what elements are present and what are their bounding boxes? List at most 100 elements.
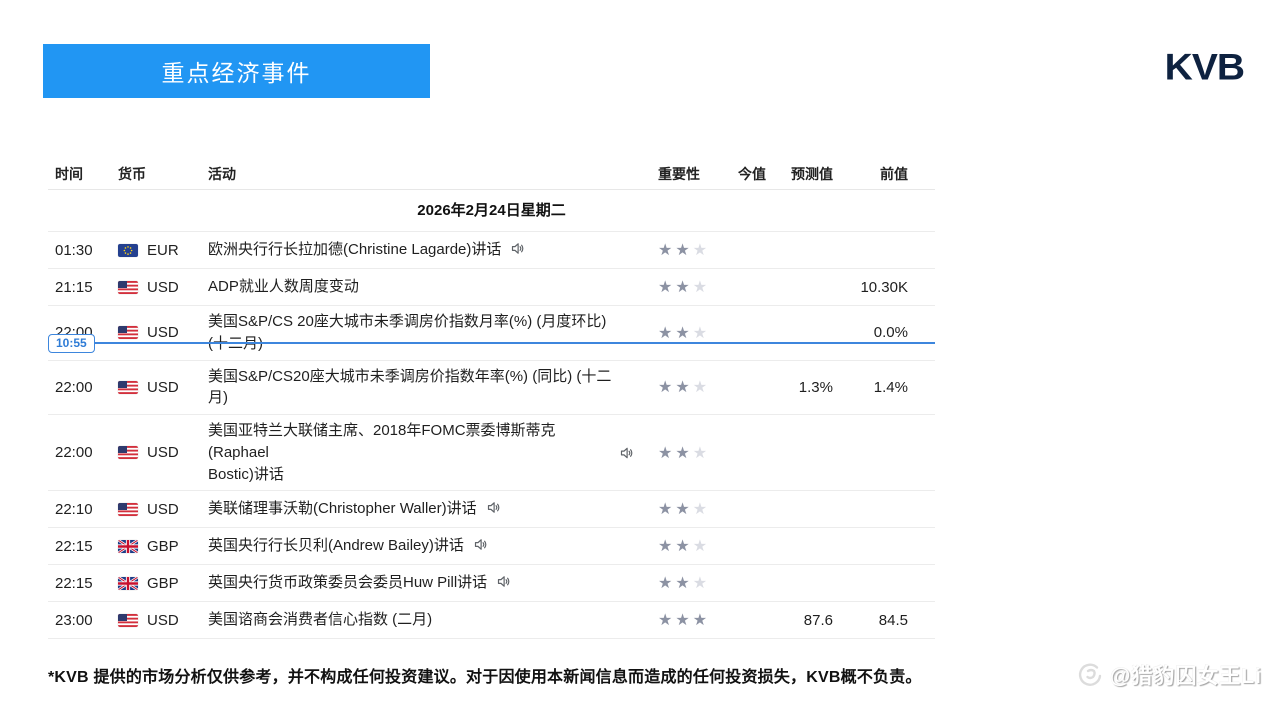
event-time: 22:15 <box>48 575 118 592</box>
event-name: 英国央行行长贝利(Andrew Bailey)讲话 <box>208 535 648 557</box>
event-time: 21:15 <box>48 279 118 296</box>
event-time: 22:00 <box>48 379 118 396</box>
star-icon: ★ <box>658 575 675 592</box>
star-icon: ★ <box>693 501 710 518</box>
event-name: 美国S&P/CS20座大城市未季调房价指数年率(%) (同比) (十二月) <box>208 366 648 410</box>
previous-value: 1.4% <box>833 379 908 396</box>
us-flag-icon <box>118 503 138 516</box>
star-icon: ★ <box>658 242 675 259</box>
currency-code: USD <box>147 379 179 396</box>
us-flag-icon <box>118 446 138 459</box>
importance-stars: ★★★ <box>648 573 738 593</box>
event-time: 23:00 <box>48 612 118 629</box>
currency-cell: GBP <box>118 538 208 555</box>
star-icon: ★ <box>675 445 692 462</box>
star-icon: ★ <box>658 279 675 296</box>
event-time: 01:30 <box>48 242 118 259</box>
star-icon: ★ <box>675 538 692 555</box>
speaker-icon[interactable] <box>473 537 488 552</box>
star-icon: ★ <box>658 501 675 518</box>
current-time-marker: 10:55 <box>48 342 935 344</box>
column-header-importance: 重要性 <box>648 164 738 184</box>
watermark-handle: @猎豹囚女王Li <box>1110 660 1262 690</box>
speaker-icon[interactable] <box>496 574 511 589</box>
kvb-logo: KVB <box>1165 47 1244 89</box>
currency-code: USD <box>147 444 179 461</box>
table-body: 01:30EUR欧洲央行行长拉加德(Christine Lagarde)讲话★★… <box>48 232 935 639</box>
currency-cell: USD <box>118 444 208 461</box>
eu-flag-icon <box>118 244 138 257</box>
star-icon: ★ <box>675 279 692 296</box>
us-flag-icon <box>118 326 138 339</box>
event-name: 美国S&P/CS 20座大城市未季调房价指数月率(%) (月度环比) (十二月) <box>208 311 648 355</box>
currency-cell: USD <box>118 324 208 341</box>
star-icon: ★ <box>658 538 675 555</box>
column-header-previous: 前值 <box>833 164 908 184</box>
currency-code: USD <box>147 279 179 296</box>
star-icon: ★ <box>675 242 692 259</box>
section-title-banner: 重点经济事件 <box>43 44 430 98</box>
importance-stars: ★★★ <box>648 443 738 463</box>
gb-flag-icon <box>118 540 138 553</box>
star-icon: ★ <box>693 612 710 629</box>
event-name: 美联储理事沃勒(Christopher Waller)讲话 <box>208 498 648 520</box>
star-icon: ★ <box>658 445 675 462</box>
forecast-value: 87.6 <box>766 612 833 629</box>
star-icon: ★ <box>693 538 710 555</box>
star-icon: ★ <box>675 325 692 342</box>
page-title: 重点经济事件 <box>162 54 312 88</box>
currency-code: EUR <box>147 242 179 259</box>
star-icon: ★ <box>658 612 675 629</box>
table-row: 22:15GBP英国央行货币政策委员会委员Huw Pill讲话★★★ <box>48 565 935 602</box>
star-icon: ★ <box>693 445 710 462</box>
economic-calendar-table: 时间 货币 活动 重要性 今值 预测值 前值 2026年2月24日星期二 01:… <box>48 158 935 639</box>
star-icon: ★ <box>658 379 675 396</box>
currency-cell: USD <box>118 501 208 518</box>
currency-code: USD <box>147 324 179 341</box>
event-time: 22:10 <box>48 501 118 518</box>
speaker-icon[interactable] <box>619 445 634 460</box>
currency-code: USD <box>147 501 179 518</box>
watermark-logo-icon <box>1076 662 1103 689</box>
importance-stars: ★★★ <box>648 610 738 630</box>
star-icon: ★ <box>693 242 710 259</box>
us-flag-icon <box>118 281 138 294</box>
star-icon: ★ <box>675 612 692 629</box>
star-icon: ★ <box>693 379 710 396</box>
importance-stars: ★★★ <box>648 536 738 556</box>
importance-stars: ★★★ <box>648 323 738 343</box>
us-flag-icon <box>118 614 138 627</box>
star-icon: ★ <box>675 501 692 518</box>
currency-code: GBP <box>147 538 179 555</box>
table-header-row: 时间 货币 活动 重要性 今值 预测值 前值 <box>48 158 935 190</box>
table-row: 22:10USD美联储理事沃勒(Christopher Waller)讲话★★★ <box>48 491 935 528</box>
star-icon: ★ <box>675 379 692 396</box>
disclaimer-text: *KVB 提供的市场分析仅供参考，并不构成任何投资建议。对于因使用本新闻信息而造… <box>48 663 922 687</box>
speaker-icon[interactable] <box>486 500 501 515</box>
speaker-icon[interactable] <box>510 241 525 256</box>
currency-code: USD <box>147 612 179 629</box>
column-header-event: 活动 <box>208 164 648 184</box>
column-header-actual: 今值 <box>738 164 766 184</box>
event-name: 英国央行货币政策委员会委员Huw Pill讲话 <box>208 572 648 594</box>
forecast-value: 1.3% <box>766 379 833 396</box>
table-row: 22:15GBP英国央行行长贝利(Andrew Bailey)讲话★★★ <box>48 528 935 565</box>
currency-cell: USD <box>118 379 208 396</box>
event-name: ADP就业人数周度变动 <box>208 276 648 298</box>
star-icon: ★ <box>693 279 710 296</box>
table-row: 21:15USDADP就业人数周度变动★★★10.30K <box>48 269 935 306</box>
table-row: 22:00 USD 美国S&P/CS20座大城市未季调房价指数年率(%) (同比) … <box>48 361 935 416</box>
star-icon: ★ <box>693 325 710 342</box>
current-time-badge: 10:55 <box>48 334 95 353</box>
column-header-time: 时间 <box>48 164 118 184</box>
importance-stars: ★★★ <box>648 240 738 260</box>
table-row: 22:00 USD 美国亚特兰大联储主席、2018年FOMC票委博斯蒂克(Rapha… <box>48 415 935 491</box>
star-icon: ★ <box>658 325 675 342</box>
date-row: 2026年2月24日星期二 <box>48 190 935 232</box>
currency-cell: USD <box>118 279 208 296</box>
event-name: 美国亚特兰大联储主席、2018年FOMC票委博斯蒂克(Raphael Bosti… <box>208 420 648 485</box>
currency-cell: GBP <box>118 575 208 592</box>
event-time: 22:00 <box>48 444 118 461</box>
star-icon: ★ <box>693 575 710 592</box>
star-icon: ★ <box>675 575 692 592</box>
